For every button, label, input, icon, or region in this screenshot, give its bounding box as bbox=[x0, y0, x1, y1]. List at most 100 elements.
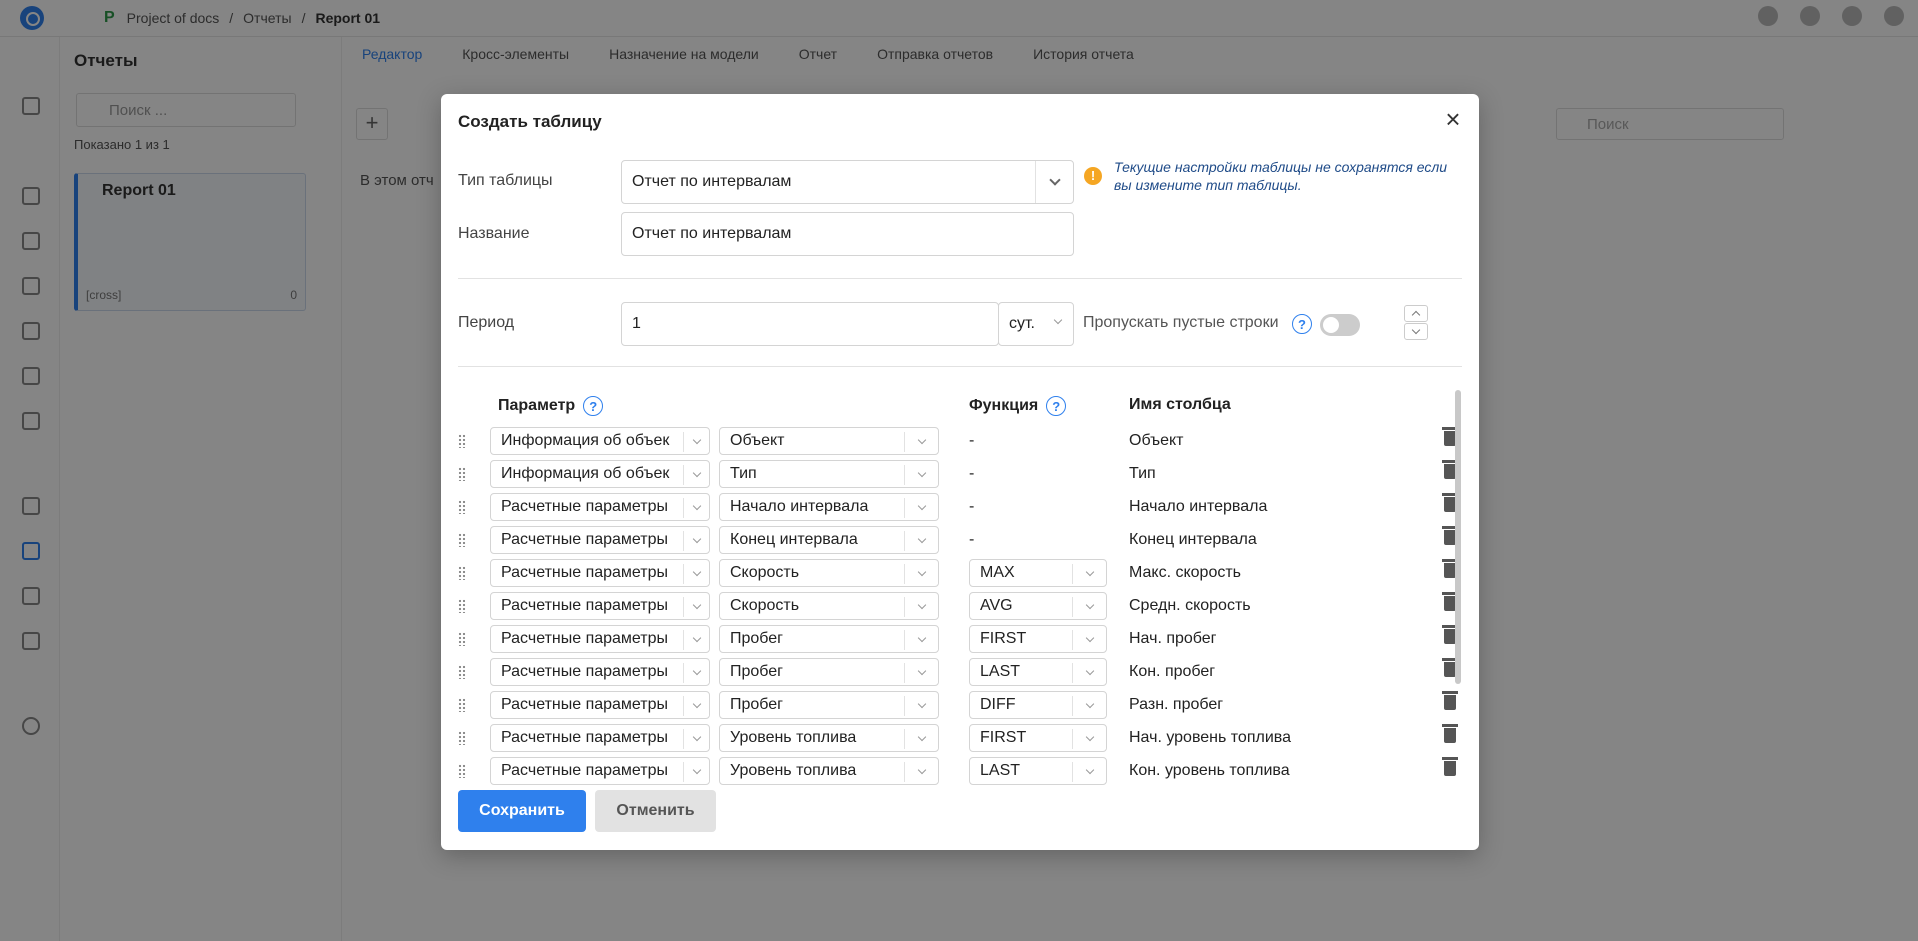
trash-icon[interactable] bbox=[1442, 724, 1458, 743]
chevron-down-icon bbox=[917, 501, 926, 511]
period-input[interactable]: 1 bbox=[621, 302, 999, 346]
param-group-value: Расчетные параметры bbox=[501, 498, 669, 515]
param-group-value: Расчетные параметры bbox=[501, 630, 669, 647]
function-select[interactable]: AVG bbox=[969, 592, 1107, 620]
drag-handle-icon[interactable] bbox=[458, 665, 466, 679]
param-select[interactable]: Скорость bbox=[719, 592, 939, 620]
drag-handle-icon[interactable] bbox=[458, 533, 466, 547]
column-header-param-label: Параметр bbox=[498, 397, 576, 414]
column-name-value: Макс. скорость bbox=[1129, 564, 1242, 581]
drag-handle-icon[interactable] bbox=[458, 599, 466, 613]
drag-handle-icon[interactable] bbox=[458, 500, 466, 514]
chevron-down-icon bbox=[917, 567, 926, 577]
param-select[interactable]: Тип bbox=[719, 460, 939, 488]
table-row: Расчетные параметры Конец интервала - Конец… bbox=[458, 526, 1458, 554]
column-name-value: Конец интервала bbox=[1129, 531, 1257, 548]
function-select[interactable]: FIRST bbox=[969, 724, 1107, 752]
table-row: Расчетные параметры Скорость AVG Средн. ско… bbox=[458, 592, 1458, 620]
column-header-name: Имя столбца bbox=[1129, 396, 1231, 414]
param-group-value: Расчетные параметры bbox=[501, 531, 669, 548]
param-group-value: Расчетные параметры bbox=[501, 564, 669, 581]
param-value: Скорость bbox=[730, 597, 800, 614]
param-select[interactable]: Объект bbox=[719, 427, 939, 455]
column-header-name-label: Имя столбца bbox=[1129, 396, 1231, 413]
chevron-down-icon bbox=[692, 765, 701, 775]
column-name-value: Нач. уровень топлива bbox=[1129, 729, 1291, 746]
param-group-select[interactable]: Расчетные параметры bbox=[490, 658, 710, 686]
function-select[interactable]: LAST bbox=[969, 757, 1107, 785]
divider bbox=[458, 366, 1462, 367]
function-value: - bbox=[969, 498, 975, 515]
drag-handle-icon[interactable] bbox=[458, 434, 466, 448]
param-select[interactable]: Пробег bbox=[719, 691, 939, 719]
save-button[interactable]: Сохранить bbox=[458, 790, 586, 832]
close-icon[interactable]: × bbox=[1441, 106, 1465, 132]
function-select[interactable]: MAX bbox=[969, 559, 1107, 587]
table-row: Расчетные параметры Пробег FIRST Нач. пробе… bbox=[458, 625, 1458, 653]
function-value: - bbox=[969, 531, 975, 548]
param-group-select[interactable]: Информация об объек bbox=[490, 460, 710, 488]
drag-handle-icon[interactable] bbox=[458, 632, 466, 646]
function-value: AVG bbox=[980, 597, 1013, 614]
trash-icon[interactable] bbox=[1442, 757, 1458, 776]
skip-empty-toggle[interactable] bbox=[1320, 314, 1360, 336]
param-select[interactable]: Уровень топлива bbox=[719, 724, 939, 752]
column-name-value: Начало интервала bbox=[1129, 498, 1268, 515]
drag-handle-icon[interactable] bbox=[458, 764, 466, 778]
chevron-down-icon bbox=[692, 567, 701, 577]
trash-icon[interactable] bbox=[1442, 691, 1458, 710]
name-input[interactable]: Отчет по интервалам bbox=[621, 212, 1074, 256]
param-select[interactable]: Начало интервала bbox=[719, 493, 939, 521]
param-value: Конец интервала bbox=[730, 531, 858, 548]
help-icon[interactable]: ? bbox=[1046, 396, 1067, 416]
param-group-value: Расчетные параметры bbox=[501, 729, 669, 746]
chevron-down-icon bbox=[692, 633, 701, 643]
drag-handle-icon[interactable] bbox=[458, 731, 466, 745]
chevron-down-icon bbox=[692, 732, 701, 742]
rows-scrollbar[interactable] bbox=[1455, 390, 1461, 684]
param-group-select[interactable]: Расчетные параметры bbox=[490, 724, 710, 752]
param-group-select[interactable]: Расчетные параметры bbox=[490, 757, 710, 785]
param-select[interactable]: Пробег bbox=[719, 658, 939, 686]
chevron-down-icon bbox=[917, 765, 926, 775]
param-select[interactable]: Уровень топлива bbox=[719, 757, 939, 785]
param-select[interactable]: Скорость bbox=[719, 559, 939, 587]
column-header-function-label: Функция bbox=[969, 397, 1039, 414]
column-name-value: Объект bbox=[1129, 432, 1184, 449]
drag-handle-icon[interactable] bbox=[458, 467, 466, 481]
function-select[interactable]: DIFF bbox=[969, 691, 1107, 719]
param-group-select[interactable]: Расчетные параметры bbox=[490, 691, 710, 719]
function-select[interactable]: LAST bbox=[969, 658, 1107, 686]
param-group-select[interactable]: Расчетные параметры bbox=[490, 493, 710, 521]
period-increment-button[interactable] bbox=[1404, 305, 1428, 322]
param-group-select[interactable]: Расчетные параметры bbox=[490, 559, 710, 587]
param-group-select[interactable]: Расчетные параметры bbox=[490, 526, 710, 554]
table-type-select[interactable]: Отчет по интервалам bbox=[621, 160, 1074, 204]
chevron-down-icon bbox=[692, 468, 701, 478]
param-group-value: Расчетные параметры bbox=[501, 696, 669, 713]
table-type-value: Отчет по интервалам bbox=[632, 173, 792, 190]
period-decrement-button[interactable] bbox=[1404, 323, 1428, 340]
param-value: Начало интервала bbox=[730, 498, 869, 515]
help-icon[interactable]: ? bbox=[583, 396, 604, 416]
function-select[interactable]: FIRST bbox=[969, 625, 1107, 653]
param-value: Скорость bbox=[730, 564, 800, 581]
drag-handle-icon[interactable] bbox=[458, 566, 466, 580]
param-group-select[interactable]: Расчетные параметры bbox=[490, 592, 710, 620]
table-type-label: Тип таблицы bbox=[458, 172, 553, 189]
chevron-down-icon bbox=[692, 534, 701, 544]
column-name-value: Разн. пробег bbox=[1129, 696, 1224, 713]
param-value: Пробег bbox=[730, 630, 784, 647]
skip-empty-label: Пропускать пустые строки bbox=[1083, 314, 1279, 331]
chevron-down-icon bbox=[692, 501, 701, 511]
param-group-select[interactable]: Расчетные параметры bbox=[490, 625, 710, 653]
param-select[interactable]: Конец интервала bbox=[719, 526, 939, 554]
param-group-select[interactable]: Информация об объек bbox=[490, 427, 710, 455]
drag-handle-icon[interactable] bbox=[458, 698, 466, 712]
period-unit-select[interactable]: сут. bbox=[998, 302, 1074, 346]
function-value: LAST bbox=[980, 762, 1021, 779]
cancel-button[interactable]: Отменить bbox=[595, 790, 716, 832]
chevron-down-icon bbox=[917, 600, 926, 610]
help-icon[interactable]: ? bbox=[1292, 314, 1312, 334]
param-select[interactable]: Пробег bbox=[719, 625, 939, 653]
